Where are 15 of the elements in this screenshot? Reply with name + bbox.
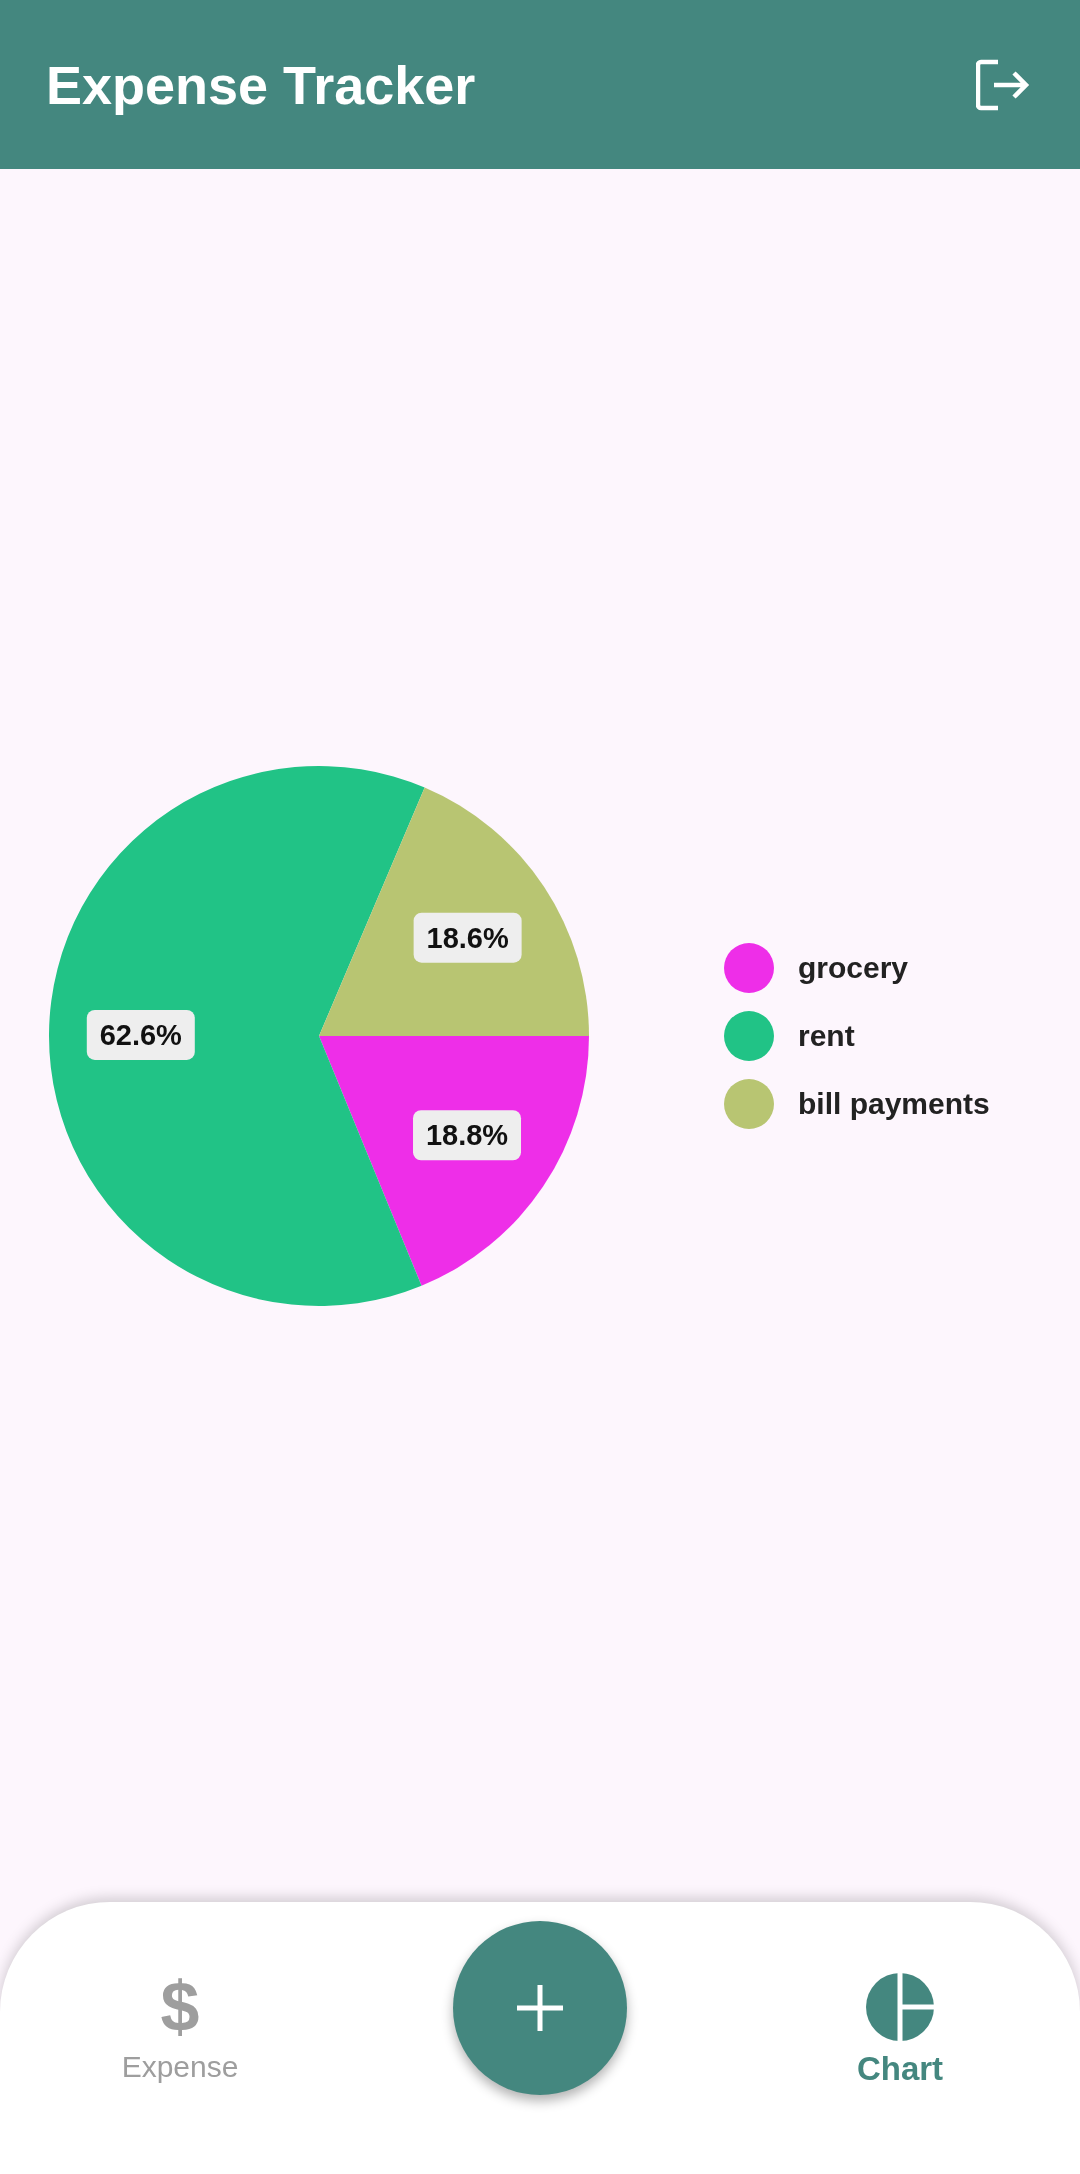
value-label: 18.8%	[413, 1109, 521, 1160]
legend-label: rent	[798, 1018, 855, 1053]
logout-icon[interactable]	[976, 58, 1032, 111]
plus-icon	[515, 1983, 565, 2033]
data-label: 18.8%	[425, 1118, 509, 1151]
legend-label: bill payments	[798, 1086, 990, 1121]
data-label: 62.6%	[99, 1018, 183, 1051]
legend-label: grocery	[798, 950, 909, 985]
data-label: 18.6%	[426, 921, 509, 954]
app-title: Expense Tracker	[46, 53, 476, 116]
nav-tab[interactable]: Chart	[856, 1972, 944, 2088]
value-label: 18.6%	[413, 912, 522, 963]
add-button[interactable]	[453, 1921, 627, 2095]
value-label: 62.6%	[86, 1009, 195, 1060]
nav-tab[interactable]: $ Expense	[121, 1972, 239, 2084]
